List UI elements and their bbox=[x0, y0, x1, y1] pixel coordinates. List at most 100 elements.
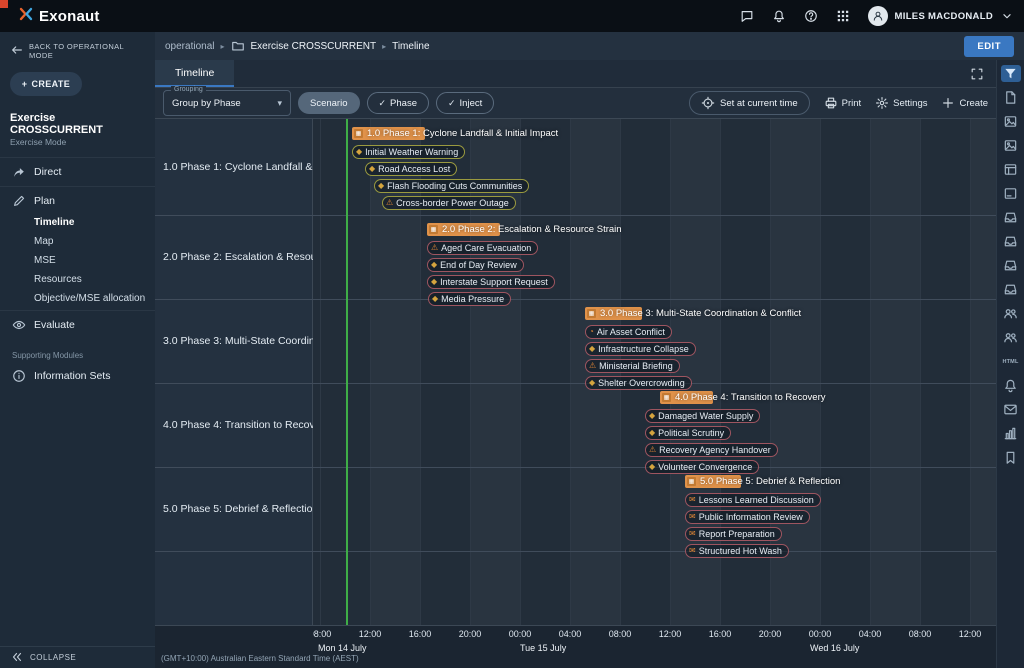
rail-bell-icon[interactable] bbox=[1001, 377, 1021, 394]
inject-chip-ministerial-briefing[interactable]: ⚠Ministerial Briefing bbox=[585, 359, 680, 373]
user-menu[interactable]: MILES MACDONALD bbox=[868, 6, 1014, 26]
inject-chip-shelter-overcrowding[interactable]: ◆Shelter Overcrowding bbox=[585, 376, 692, 390]
rail-panel-icon[interactable] bbox=[1001, 161, 1021, 178]
inject-label: Report Preparation bbox=[699, 529, 775, 539]
inject-chip-infrastructure-collapse[interactable]: ◆Infrastructure Collapse bbox=[585, 342, 696, 356]
rail-tray-icon[interactable] bbox=[1001, 257, 1021, 274]
rail-bookmark-icon[interactable] bbox=[1001, 449, 1021, 466]
inject-chip-volunteer-convergence[interactable]: ◆Volunteer Convergence bbox=[645, 460, 759, 474]
inject-chip-recovery-agency-handover[interactable]: ⚠Recovery Agency Handover bbox=[645, 443, 778, 457]
axis-tick-label: 12:00 bbox=[959, 629, 982, 639]
target-icon bbox=[701, 96, 715, 110]
eye-icon bbox=[12, 318, 26, 332]
rail-image-icon[interactable] bbox=[1001, 113, 1021, 130]
inject-label: Damaged Water Supply bbox=[658, 411, 753, 421]
phase-bar[interactable]: ▦3.0 Phase 3: Multi-State Coordination &… bbox=[585, 307, 801, 320]
inject-label: Cross-border Power Outage bbox=[396, 198, 509, 208]
filter-chip-scenario[interactable]: Scenario bbox=[298, 92, 360, 114]
phase-bar[interactable]: ▦5.0 Phase 5: Debrief & Reflection bbox=[685, 475, 840, 488]
create-button[interactable]: + CREATE bbox=[10, 72, 82, 96]
inject-chip-structured-hot-wash[interactable]: ✉Structured Hot Wash bbox=[685, 544, 789, 558]
right-icon-rail: HTML bbox=[996, 60, 1024, 668]
sidebar-item-plan[interactable]: Plan bbox=[0, 189, 155, 213]
settings-label: Settings bbox=[893, 98, 927, 109]
mail-icon: ✉ bbox=[689, 513, 696, 521]
axis-tick-label: 12:00 bbox=[359, 629, 382, 639]
grouping-select[interactable]: Grouping Group by Phase ▾ bbox=[163, 90, 291, 116]
axis-tick-row: 08:0012:0016:0020:0000:0004:0008:0012:00… bbox=[313, 629, 996, 640]
divider bbox=[0, 157, 155, 158]
inject-chip-political-scrutiny[interactable]: ◆Political Scrutiny bbox=[645, 426, 731, 440]
sidebar-item-evaluate[interactable]: Evaluate bbox=[0, 313, 155, 337]
settings-button[interactable]: Settings bbox=[875, 96, 927, 110]
axis-day-row: Mon 14 JulyTue 15 JulyWed 16 July bbox=[313, 643, 996, 654]
phase-bar[interactable]: ▦4.0 Phase 4: Transition to Recovery bbox=[660, 391, 826, 404]
filter-chip-inject[interactable]: ✓Inject bbox=[436, 92, 494, 114]
inject-chip-aged-care-evacuation[interactable]: ⚠Aged Care Evacuation bbox=[427, 241, 538, 255]
inject-chip-interstate-support-request[interactable]: ◆Interstate Support Request bbox=[427, 275, 555, 289]
axis-tick-label: 16:00 bbox=[409, 629, 432, 639]
apps-grid-icon[interactable] bbox=[836, 9, 850, 23]
sidebar-item-mse[interactable]: MSE bbox=[0, 251, 155, 270]
rail-tray-icon[interactable] bbox=[1001, 281, 1021, 298]
axis-tick-label: 04:00 bbox=[559, 629, 582, 639]
sidebar-item-direct[interactable]: Direct bbox=[0, 160, 155, 184]
inject-chip-initial-weather-warning[interactable]: ◆Initial Weather Warning bbox=[352, 145, 465, 159]
phase-bar[interactable]: ▦1.0 Phase 1: Cyclone Landfall & Initial… bbox=[352, 127, 558, 140]
chip-label: Scenario bbox=[310, 98, 348, 109]
collapse-button[interactable]: COLLAPSE bbox=[0, 646, 155, 668]
tab-timeline[interactable]: Timeline bbox=[155, 60, 234, 87]
inject-chip-media-pressure[interactable]: ◆Media Pressure bbox=[428, 292, 511, 306]
axis-tick-label: 20:00 bbox=[759, 629, 782, 639]
exercise-name: Exercise CROSSCURRENT bbox=[0, 106, 155, 137]
rail-filter-icon[interactable] bbox=[1001, 65, 1021, 82]
set-at-current-time-button[interactable]: Set at current time bbox=[689, 91, 810, 115]
sidebar-item-resources[interactable]: Resources bbox=[0, 270, 155, 289]
rail-tray-icon[interactable] bbox=[1001, 209, 1021, 226]
inject-label: Road Access Lost bbox=[378, 164, 450, 174]
phase-bar[interactable]: ▦2.0 Phase 2: Escalation & Resource Stra… bbox=[427, 223, 622, 236]
breadcrumb-timeline[interactable]: Timeline bbox=[392, 41, 429, 52]
back-to-operational-button[interactable]: BACK TO OPERATIONAL MODE bbox=[0, 32, 155, 68]
brand-accent-square bbox=[0, 0, 8, 8]
sidebar-item-timeline[interactable]: Timeline bbox=[0, 213, 155, 232]
rail-file-icon[interactable] bbox=[1001, 89, 1021, 106]
create-inject-button[interactable]: Create bbox=[941, 96, 988, 110]
help-icon[interactable] bbox=[804, 9, 818, 23]
rail-mail-icon[interactable] bbox=[1001, 401, 1021, 418]
timeline-grid: ▦1.0 Phase 1: Cyclone Landfall & Initial… bbox=[155, 118, 996, 625]
notifications-bell-icon[interactable] bbox=[772, 9, 786, 23]
plan-submenu: TimelineMapMSEResourcesObjective/MSE all… bbox=[0, 213, 155, 308]
diamond-icon: ◆ bbox=[378, 182, 384, 190]
rail-users-icon[interactable] bbox=[1001, 329, 1021, 346]
night-band bbox=[370, 119, 420, 625]
inject-chip-road-access-lost[interactable]: ◆Road Access Lost bbox=[365, 162, 457, 176]
breadcrumb-exercise[interactable]: Exercise CROSSCURRENT bbox=[251, 41, 377, 52]
inject-chip-cross-border-power-outage[interactable]: ⚠Cross-border Power Outage bbox=[382, 196, 516, 210]
gridline bbox=[970, 119, 971, 625]
inject-chip-report-preparation[interactable]: ✉Report Preparation bbox=[685, 527, 782, 541]
app-logo: Exonaut bbox=[18, 6, 100, 27]
print-button[interactable]: Print bbox=[824, 96, 862, 110]
inject-chip-end-of-day-review[interactable]: ◆End of Day Review bbox=[427, 258, 524, 272]
rail-chart-icon[interactable] bbox=[1001, 425, 1021, 442]
chat-icon[interactable] bbox=[740, 9, 754, 23]
timeline-chart[interactable]: ▦1.0 Phase 1: Cyclone Landfall & Initial… bbox=[313, 119, 996, 625]
inject-chip-air-asset-conflict[interactable]: ◔Air Asset Conflict bbox=[585, 325, 672, 339]
filter-chip-phase[interactable]: ✓Phase bbox=[367, 92, 429, 114]
rail-card-icon[interactable] bbox=[1001, 185, 1021, 202]
inject-chip-damaged-water-supply[interactable]: ◆Damaged Water Supply bbox=[645, 409, 760, 423]
inject-chip-public-information-review[interactable]: ✉Public Information Review bbox=[685, 510, 810, 524]
sidebar-item-map[interactable]: Map bbox=[0, 232, 155, 251]
sidebar-item-objective-mse-allocation[interactable]: Objective/MSE allocation bbox=[0, 289, 155, 308]
rail-users-icon[interactable] bbox=[1001, 305, 1021, 322]
inject-chip-lessons-learned-discussion[interactable]: ✉Lessons Learned Discussion bbox=[685, 493, 821, 507]
breadcrumb-operational[interactable]: operational bbox=[165, 41, 214, 52]
fullscreen-icon[interactable] bbox=[958, 60, 996, 87]
rail-html-icon[interactable]: HTML bbox=[1001, 353, 1021, 370]
rail-image-icon[interactable] bbox=[1001, 137, 1021, 154]
sidebar-item-information-sets[interactable]: Information Sets bbox=[0, 364, 155, 388]
rail-tray-icon[interactable] bbox=[1001, 233, 1021, 250]
inject-chip-flash-flooding-cuts-communities[interactable]: ◆Flash Flooding Cuts Communities bbox=[374, 179, 529, 193]
edit-button[interactable]: EDIT bbox=[964, 36, 1014, 57]
